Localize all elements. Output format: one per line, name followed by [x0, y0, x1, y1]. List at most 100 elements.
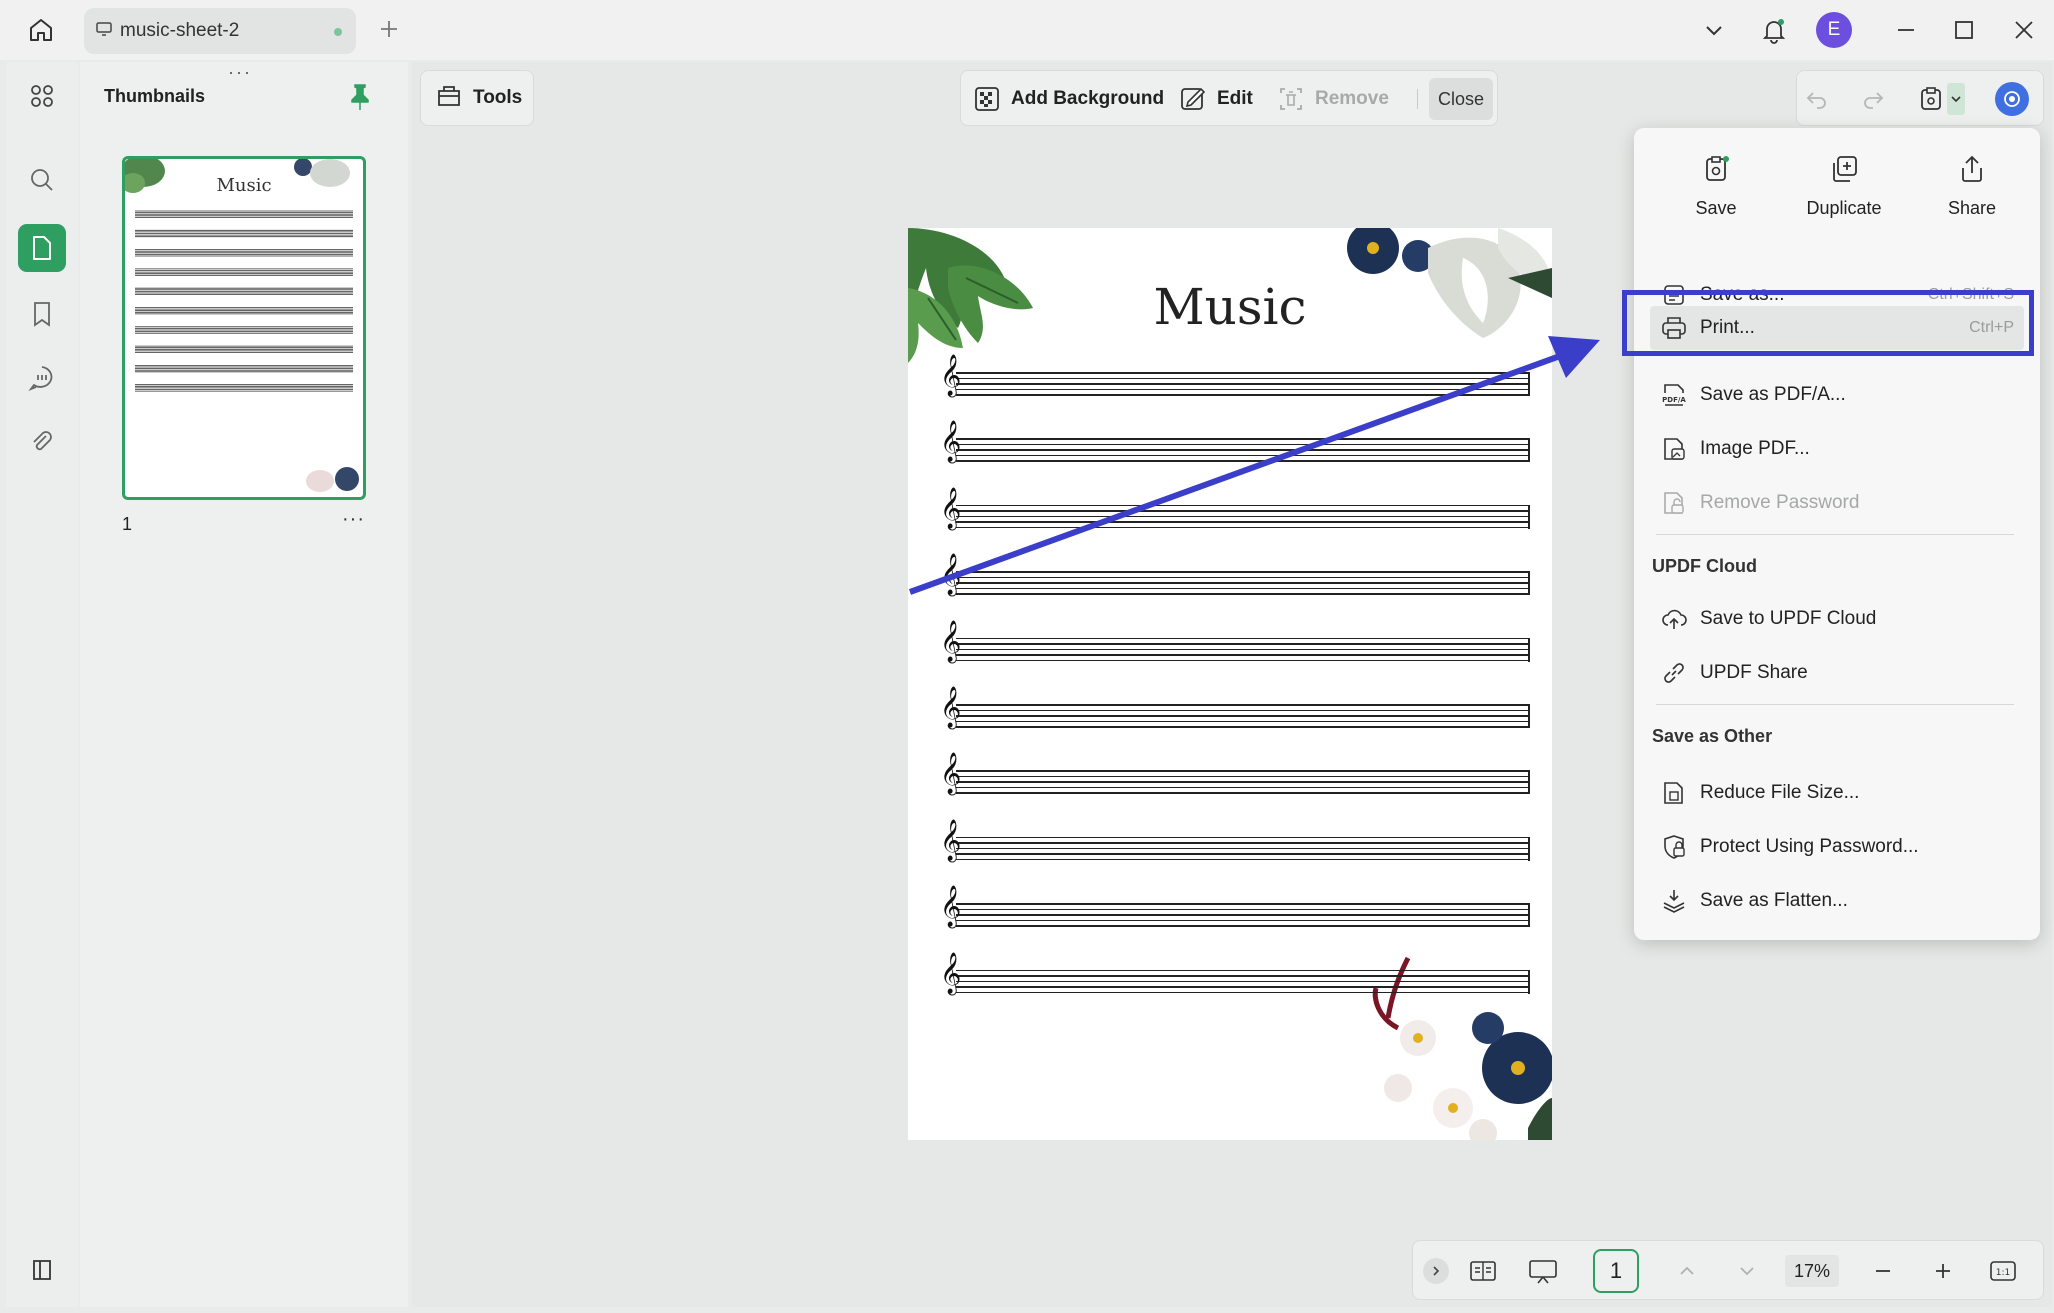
music-staff: 𝄞 [940, 358, 1530, 396]
actual-size-label: 1:1 [1996, 1268, 2010, 1278]
thumbnail-title: Music [216, 175, 271, 196]
page-layout-icon[interactable] [1467, 1255, 1499, 1287]
treble-clef-icon: 𝄞 [940, 355, 962, 396]
more-icon[interactable]: ··· [342, 508, 365, 531]
zoom-out-icon[interactable] [1867, 1255, 1899, 1287]
remove-password-label: Remove Password [1700, 492, 1860, 513]
menu-image-pdf[interactable]: Image PDF... [1650, 426, 2024, 472]
music-staff: 𝄞 [940, 756, 1530, 795]
menu-save-flatten[interactable]: Save as Flatten... [1650, 878, 2024, 924]
add-background-button[interactable]: Add Background [973, 71, 1164, 127]
treble-clef-icon: 𝄞 [940, 687, 962, 728]
search-icon[interactable] [18, 156, 66, 204]
panel-resize-grip[interactable]: ··· [228, 62, 252, 83]
save-pdfa-label: Save as PDF/A... [1700, 384, 1846, 405]
previous-page-icon[interactable] [1671, 1255, 1703, 1287]
close-background-button[interactable]: Close [1429, 78, 1493, 120]
bell-icon[interactable] [1756, 12, 1792, 48]
image-pdf-label: Image PDF... [1700, 438, 1810, 459]
menu-protect-password[interactable]: Protect Using Password... [1650, 824, 2024, 870]
minimize-icon[interactable] [1888, 12, 1924, 48]
treble-clef-icon: 𝄞 [940, 886, 962, 928]
redo-icon[interactable] [1857, 83, 1889, 115]
attachment-icon[interactable] [18, 418, 66, 466]
treble-clef-icon: 𝄞 [940, 952, 962, 994]
bookmark-icon[interactable] [18, 290, 66, 338]
document-tab-label: music-sheet-2 [120, 20, 240, 41]
new-tab-button[interactable] [374, 14, 404, 44]
unsaved-dot [334, 28, 342, 36]
page-title: Music [1153, 278, 1307, 336]
music-staff: 𝄞 [940, 490, 1530, 529]
menu-share-button[interactable]: Share [1912, 154, 2032, 250]
document-tab[interactable]: music-sheet-2 [84, 8, 356, 54]
music-staff: 𝄞 [940, 889, 1530, 928]
music-staff: 𝄞 [940, 623, 1530, 662]
maximize-icon[interactable] [1946, 12, 1982, 48]
save-icon [1706, 156, 1729, 181]
presentation-icon[interactable] [1527, 1255, 1559, 1287]
menu-duplicate-button[interactable]: Duplicate [1784, 154, 1904, 250]
chevron-down-icon[interactable] [1696, 12, 1732, 48]
treble-clef-icon: 𝄞 [940, 753, 962, 795]
save-toolbar [1796, 70, 2044, 126]
undo-icon[interactable] [1801, 83, 1833, 115]
menu-updf-share[interactable]: UPDF Share [1650, 650, 2024, 696]
menu-share-label: Share [1947, 198, 1997, 218]
pdfa-icon: PDF/A [1658, 379, 1690, 411]
avatar[interactable]: E [1816, 12, 1852, 48]
thumbnails-icon[interactable] [18, 224, 66, 272]
pin-icon[interactable] [346, 82, 374, 112]
tools-button[interactable]: Tools [420, 70, 534, 126]
menu-divider [1656, 534, 2014, 535]
next-page-icon[interactable] [1731, 1255, 1763, 1287]
cloud-section-title: UPDF Cloud [1652, 556, 1757, 576]
duplicate-icon [1833, 156, 1857, 182]
menu-duplicate-label: Duplicate [1806, 198, 1882, 218]
page-decoration [908, 228, 1552, 1140]
grid-icon[interactable] [18, 72, 66, 120]
image-pdf-icon [1658, 433, 1690, 465]
menu-save-pdfa[interactable]: PDF/A Save as PDF/A... [1650, 372, 2024, 418]
page-number-input[interactable]: 1 [1593, 1249, 1639, 1293]
svg-text:PDF/A: PDF/A [1662, 396, 1686, 404]
comment-icon[interactable] [18, 354, 66, 402]
treble-clef-icon: 𝄞 [940, 554, 962, 596]
toolbox-icon [435, 81, 463, 115]
checker-icon [975, 87, 999, 111]
menu-divider [1656, 704, 2014, 705]
treble-clef-icon: 𝄞 [940, 487, 962, 529]
page-thumbnail[interactable]: Music [122, 156, 366, 500]
menu-reduce-size[interactable]: Reduce File Size... [1650, 770, 2024, 816]
zoom-level[interactable]: 17% [1785, 1255, 1839, 1287]
save-icon[interactable] [1915, 83, 1947, 115]
close-window-icon[interactable] [2006, 12, 2042, 48]
save-dropdown-icon[interactable] [1947, 83, 1965, 115]
add-background-label: Add Background [1011, 88, 1165, 109]
menu-save-to-cloud[interactable]: Save to UPDF Cloud [1650, 596, 2024, 642]
flatten-icon [1658, 885, 1690, 917]
edit-label: Edit [1217, 88, 1253, 109]
pdf-page[interactable]: Music 𝄞 𝄞 𝄞 𝄞 𝄞 𝄞 𝄞 𝄞 𝄞 𝄞 [908, 228, 1552, 1140]
menu-remove-password[interactable]: Remove Password [1650, 480, 2024, 526]
save-menu: Save Duplicate Share Save as... Ctrl+Shi… [1634, 128, 2040, 940]
ai-assistant-icon[interactable] [1995, 82, 2029, 116]
remove-background-button[interactable]: Remove [1277, 71, 1389, 127]
protect-password-label: Protect Using Password... [1700, 836, 1919, 857]
treble-clef-icon: 𝄞 [940, 819, 962, 861]
sidebar-toggle-icon[interactable] [18, 1246, 66, 1294]
zoom-in-icon[interactable] [1927, 1255, 1959, 1287]
remove-icon [1280, 88, 1302, 110]
music-staff: 𝄞 [940, 424, 1530, 463]
unlock-file-icon [1658, 487, 1690, 519]
music-staff: 𝄞 [940, 690, 1530, 728]
actual-size-button[interactable]: 1:1 [1987, 1255, 2019, 1287]
edit-background-button[interactable]: Edit [1179, 71, 1253, 127]
save-flatten-label: Save as Flatten... [1700, 890, 1848, 911]
edit-icon [1181, 87, 1206, 110]
expand-icon[interactable] [1423, 1258, 1449, 1284]
title-bar: music-sheet-2 E [0, 0, 2054, 60]
menu-save-button[interactable]: Save [1656, 154, 1776, 250]
music-staff: 𝄞 [940, 955, 1530, 994]
home-icon[interactable] [22, 12, 60, 48]
